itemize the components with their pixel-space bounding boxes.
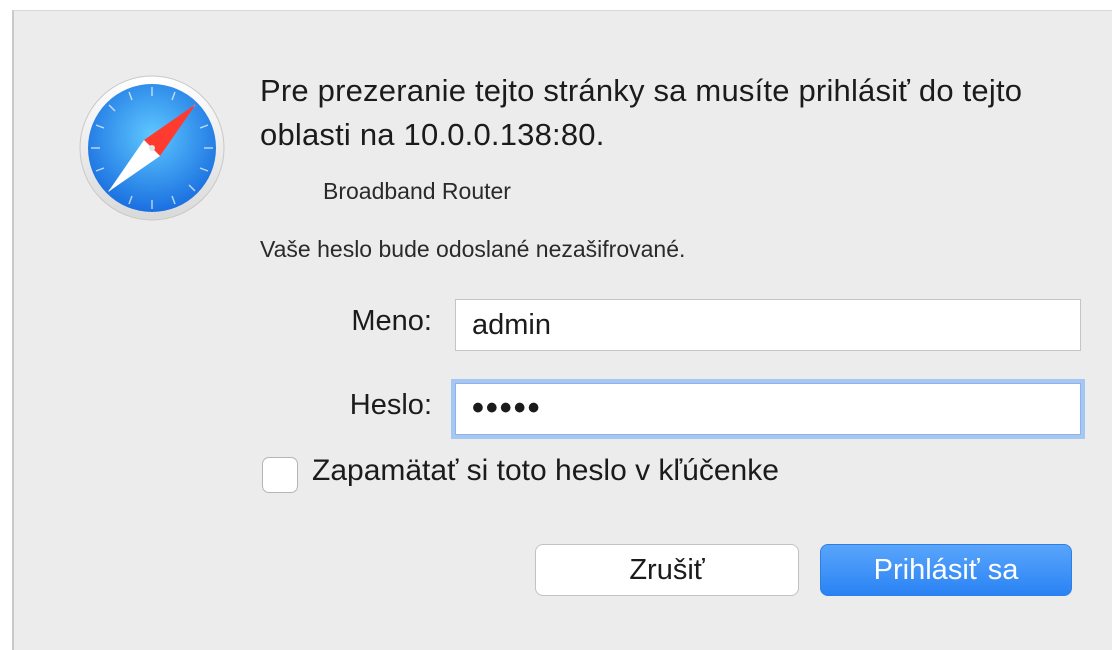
- realm-name: Broadband Router: [323, 178, 511, 204]
- password-input[interactable]: •••••: [455, 383, 1081, 435]
- remember-password-label[interactable]: Zapamätať si toto heslo v kľúčenke: [312, 454, 779, 488]
- security-warning: Vaše heslo bude odoslané nezašifrované.: [260, 236, 686, 262]
- password-label: Heslo:: [349, 389, 432, 421]
- username-label: Meno:: [351, 305, 432, 337]
- remember-password-checkbox[interactable]: [262, 457, 298, 493]
- auth-message: Pre prezeranie tejto stránky sa musíte p…: [260, 73, 1023, 152]
- safari-compass-icon: [78, 74, 226, 222]
- auth-dialog: Pre prezeranie tejto stránky sa musíte p…: [12, 10, 1112, 650]
- cancel-button[interactable]: Zrušiť: [535, 544, 799, 596]
- login-button[interactable]: Prihlásiť sa: [820, 544, 1072, 596]
- username-input[interactable]: admin: [455, 299, 1081, 351]
